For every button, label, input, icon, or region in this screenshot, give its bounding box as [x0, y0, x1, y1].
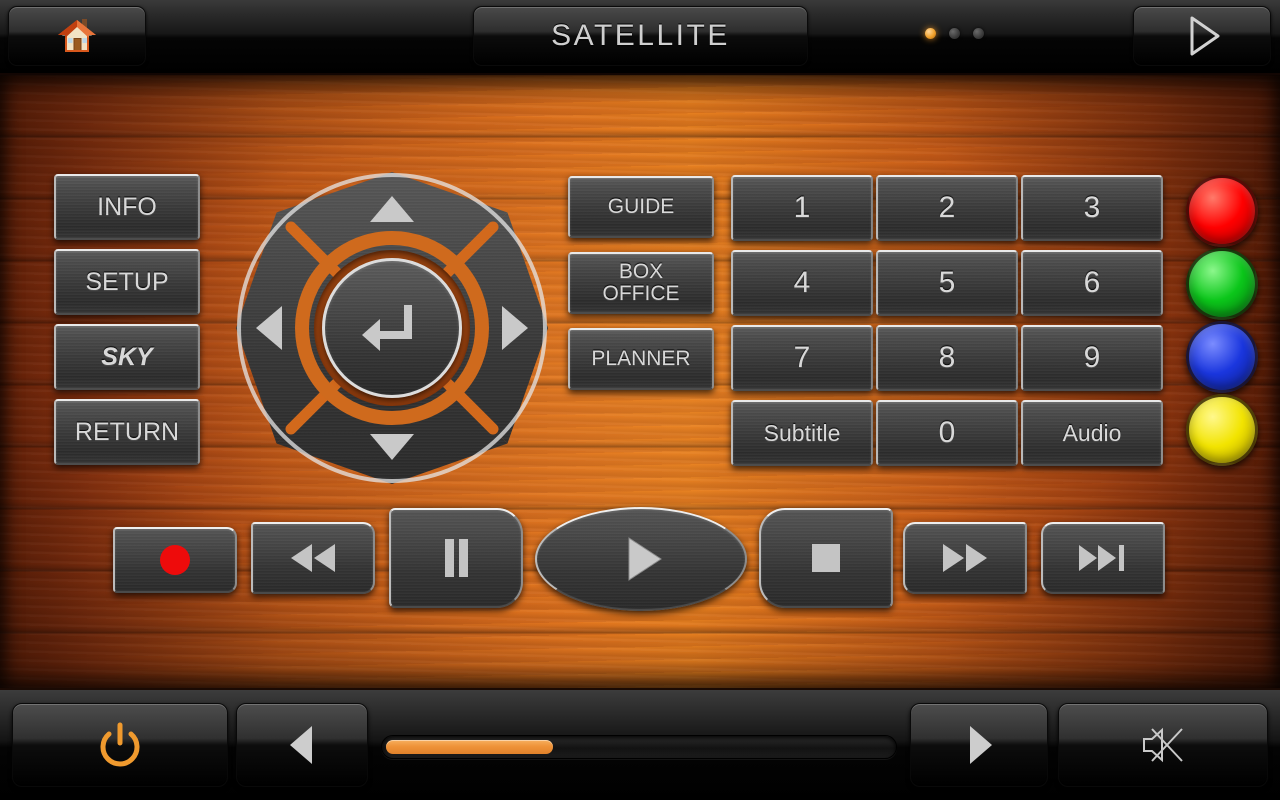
- box-office-button[interactable]: BOX OFFICE: [568, 252, 714, 314]
- skip-next-button[interactable]: [1041, 522, 1165, 594]
- mute-icon: [1143, 727, 1183, 763]
- keypad-key-8-label: 8: [938, 341, 956, 375]
- planner-button[interactable]: PLANNER: [568, 328, 714, 390]
- record-icon: [158, 543, 192, 577]
- subtitle-button-label: Subtitle: [763, 419, 841, 446]
- keypad-key-9[interactable]: 9: [1021, 325, 1163, 391]
- color-button-blue[interactable]: [1186, 321, 1258, 393]
- return-button-label: RETURN: [74, 417, 180, 446]
- record-button[interactable]: [113, 527, 237, 593]
- box-office-line2: OFFICE: [602, 282, 680, 305]
- keypad-key-2-label: 2: [938, 191, 956, 225]
- home-icon: [58, 19, 96, 52]
- page-indicator-dots: [925, 28, 984, 39]
- keypad-key-4-label: 4: [793, 266, 811, 300]
- keypad-key-1-label: 1: [793, 191, 811, 225]
- enter-icon: [362, 305, 412, 351]
- play-button[interactable]: [535, 507, 747, 611]
- subtitle-button[interactable]: Subtitle: [731, 400, 873, 466]
- fast-forward-icon: [937, 541, 993, 575]
- progress-slider[interactable]: [381, 735, 897, 759]
- page-dot-1[interactable]: [925, 28, 936, 39]
- color-button-green[interactable]: [1186, 248, 1258, 320]
- mute-button[interactable]: [1058, 703, 1268, 787]
- keypad-key-8[interactable]: 8: [876, 325, 1018, 391]
- dpad-select-button[interactable]: [322, 258, 462, 398]
- keypad-key-1[interactable]: 1: [731, 175, 873, 241]
- progress-slider-fill: [386, 740, 553, 754]
- keypad-key-0[interactable]: 0: [876, 400, 1018, 466]
- box-office-line1: BOX: [618, 259, 664, 283]
- guide-button-label: GUIDE: [607, 194, 675, 218]
- color-button-yellow[interactable]: [1186, 394, 1258, 466]
- pause-icon: [439, 537, 473, 579]
- info-button[interactable]: INFO: [54, 174, 200, 240]
- dpad-down-arrow-icon: [370, 434, 414, 460]
- setup-button-label: SETUP: [85, 267, 169, 296]
- audio-button-label: Audio: [1062, 419, 1122, 446]
- page-dot-2[interactable]: [949, 28, 960, 39]
- triangle-right-icon: [970, 726, 992, 764]
- keypad-key-7[interactable]: 7: [731, 325, 873, 391]
- keypad-key-9-label: 9: [1083, 341, 1101, 375]
- next-page-bottom-button[interactable]: [910, 703, 1048, 787]
- power-button[interactable]: [12, 703, 228, 787]
- sky-button-label: SKY: [101, 342, 153, 371]
- top-bar: SATELLITE: [0, 0, 1280, 75]
- info-button-label: INFO: [97, 192, 157, 221]
- dpad-right-arrow-icon: [502, 306, 528, 350]
- keypad-key-0-label: 0: [938, 416, 956, 450]
- triangle-right-outline-icon: [1190, 16, 1220, 56]
- keypad-key-6-label: 6: [1083, 266, 1101, 300]
- power-icon: [100, 722, 140, 767]
- return-button[interactable]: RETURN: [54, 399, 200, 465]
- play-icon: [617, 534, 665, 584]
- rewind-button[interactable]: [251, 522, 375, 594]
- color-button-red[interactable]: [1186, 175, 1258, 247]
- audio-button[interactable]: Audio: [1021, 400, 1163, 466]
- keypad-key-3-label: 3: [1083, 191, 1101, 225]
- fast-forward-button[interactable]: [903, 522, 1027, 594]
- keypad-key-5[interactable]: 5: [876, 250, 1018, 316]
- planner-button-label: PLANNER: [591, 346, 691, 370]
- keypad-key-3[interactable]: 3: [1021, 175, 1163, 241]
- sky-button[interactable]: SKY: [54, 324, 200, 390]
- dpad-up-arrow-icon: [370, 196, 414, 222]
- page-dot-3[interactable]: [973, 28, 984, 39]
- remote-control-screen: SATELLITE INFO SETUP SKY RETURN GUIDE BO…: [0, 0, 1280, 800]
- dpad-left-arrow-icon: [256, 306, 282, 350]
- next-page-button[interactable]: [1133, 6, 1271, 66]
- stop-icon: [809, 541, 843, 575]
- rewind-icon: [285, 541, 341, 575]
- pause-button[interactable]: [389, 508, 523, 608]
- triangle-left-icon: [290, 726, 312, 764]
- keypad-key-5-label: 5: [938, 266, 956, 300]
- setup-button[interactable]: SETUP: [54, 249, 200, 315]
- stop-button[interactable]: [759, 508, 893, 608]
- box-office-button-label: BOX OFFICE: [602, 259, 680, 305]
- keypad-key-6[interactable]: 6: [1021, 250, 1163, 316]
- page-title: SATELLITE: [551, 19, 730, 52]
- keypad-key-7-label: 7: [793, 341, 811, 375]
- previous-page-button[interactable]: [236, 703, 368, 787]
- guide-button[interactable]: GUIDE: [568, 176, 714, 238]
- directional-pad: [236, 172, 548, 484]
- keypad-key-2[interactable]: 2: [876, 175, 1018, 241]
- home-button[interactable]: [8, 6, 146, 66]
- source-title-button[interactable]: SATELLITE: [473, 6, 808, 66]
- keypad-key-4[interactable]: 4: [731, 250, 873, 316]
- skip-next-icon: [1075, 541, 1131, 575]
